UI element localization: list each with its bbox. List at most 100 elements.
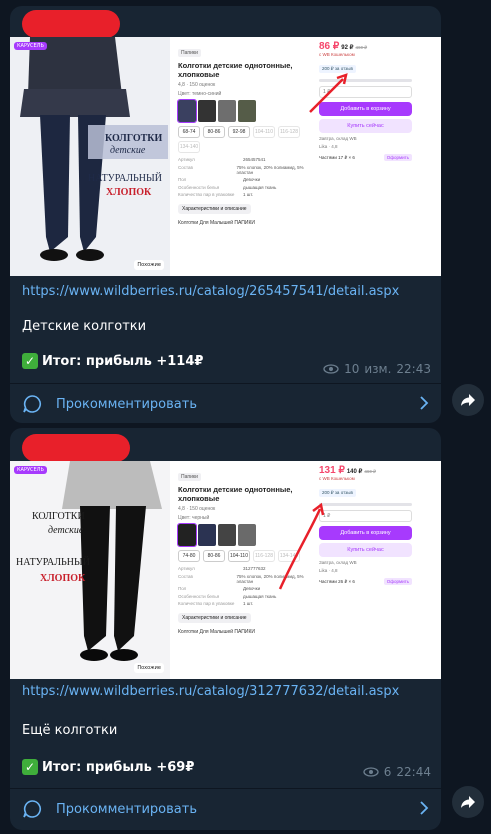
- comment-button[interactable]: Прокомментировать: [10, 384, 441, 423]
- progress-bar: [319, 503, 412, 506]
- color-thumbs: [177, 523, 313, 548]
- size-option[interactable]: 74-80: [178, 550, 200, 563]
- check-mark-icon: ✓: [22, 353, 38, 369]
- category-chip[interactable]: Папики: [178, 49, 201, 57]
- recommended-item[interactable]: Колготки Для Малышей ПАПИКИ: [178, 220, 313, 226]
- post-meta: 10 изм. 22:43: [323, 362, 431, 376]
- recommended-item[interactable]: Колготки Для Малышей ПАПИКИ: [178, 629, 313, 635]
- add-to-cart-button[interactable]: Добавить в корзину: [319, 102, 412, 116]
- product-link[interactable]: https://www.wildberries.ru/catalog/31277…: [22, 684, 399, 699]
- characteristics-button[interactable]: Характеристики и описание: [178, 204, 251, 215]
- color-thumb[interactable]: [198, 524, 216, 547]
- category-chip[interactable]: Папики: [178, 473, 201, 481]
- photo-caption-2: детские: [110, 145, 146, 156]
- product-screenshot[interactable]: КАРУСЕЛЬ КОЛГОТКИ детские НАТУРАЛЬНЫЙ ХЛ…: [10, 37, 441, 276]
- color-label: Цвет: черный: [178, 515, 210, 522]
- spec-row: Состав 75% хлопок, 20% полиамид, 5% эласт…: [178, 164, 304, 175]
- check-mark-icon: ✓: [22, 759, 38, 775]
- installments-row: Частями 17 ₽ × 6 Оформить: [319, 154, 412, 161]
- size-option[interactable]: 134-140: [178, 141, 200, 154]
- size-option[interactable]: 104-110: [253, 126, 275, 139]
- rating: 4,8 · 150 оценок: [178, 506, 216, 513]
- result-line: ✓ Итог: прибыль +114₽: [22, 353, 203, 369]
- product-info: Папики Колготки детские однотонные, хлоп…: [177, 465, 313, 635]
- share-button[interactable]: [452, 786, 484, 818]
- photo-caption-2: детские: [48, 525, 84, 536]
- size-list: 68-74 80-86 92-98 104-110 116-128 134-14…: [178, 126, 308, 154]
- result-line: ✓ Итог: прибыль +69₽: [22, 759, 194, 775]
- edited-label: изм.: [364, 362, 392, 376]
- spec-row: Особенности белья дышащая ткань: [178, 593, 277, 599]
- spec-row: Состав 75% хлопок, 20% полиамид, 5% эласт…: [178, 573, 304, 584]
- spec-row: Артикул 265457541: [178, 157, 266, 163]
- share-button[interactable]: [452, 384, 484, 416]
- seller-info[interactable]: Lika · 4,8: [319, 144, 412, 149]
- size-list: 74-80 80-86 104-110 116-128 134-140: [178, 550, 308, 563]
- quantity-field[interactable]: 1 ₽: [319, 510, 412, 522]
- size-option[interactable]: 134-140: [278, 550, 300, 563]
- color-thumb[interactable]: [218, 524, 236, 547]
- color-thumb[interactable]: [177, 523, 197, 548]
- spec-row: Особенности белья дышащая ткань: [178, 184, 277, 190]
- comment-button[interactable]: Прокомментировать: [10, 789, 441, 829]
- product-photo: КАРУСЕЛЬ КОЛГОТКИ детские НАТУРАЛЬНЫЙ ХЛ…: [10, 37, 170, 276]
- wallet-label: с WB Кошельком: [319, 476, 355, 481]
- installments-row: Частями 26 ₽ × 6 Оформить: [319, 578, 412, 585]
- channel-post: КАРУСЕЛЬ КОЛГОТКИ детские НАТУРАЛЬНЫЙ ХЛ…: [10, 6, 441, 423]
- delivery-info: Завтра, склад WB: [319, 136, 357, 141]
- post-time: 22:44: [396, 765, 431, 779]
- eye-icon: [323, 364, 339, 374]
- specs-table: Артикул 265457541 Состав 75% хлопок, 20% п…: [178, 157, 313, 197]
- share-arrow-icon: [461, 796, 475, 808]
- product-info: Папики Колготки детские однотонные, хлоп…: [177, 41, 313, 226]
- buy-box: 86 ₽92 ₽460 ₽ с WB Кошельком 200 ₽ за от…: [319, 41, 412, 161]
- review-coupon: 200 ₽ за отзыв: [319, 65, 356, 73]
- tights-illustration: [20, 37, 168, 261]
- eye-icon: [363, 767, 379, 777]
- spec-row: Артикул 312777632: [178, 566, 266, 572]
- spec-row: Количество пар в упаковке 1 шт.: [178, 192, 254, 198]
- color-label: Цвет: темно-синий: [178, 91, 222, 98]
- redacted-author-name: [22, 434, 130, 462]
- redacted-author-name: [22, 10, 120, 38]
- carousel-badge: КАРУСЕЛЬ: [14, 466, 47, 474]
- comment-label: Прокомментировать: [56, 801, 197, 817]
- size-option[interactable]: 116-128: [253, 550, 275, 563]
- buy-now-button[interactable]: Купить сейчас: [319, 119, 412, 133]
- chevron-right-icon: [420, 801, 429, 815]
- carousel-badge: КАРУСЕЛЬ: [14, 42, 47, 50]
- size-option[interactable]: 116-128: [278, 126, 300, 139]
- color-thumb[interactable]: [218, 100, 236, 123]
- product-photo: КАРУСЕЛЬ КОЛГОТКИ детские НАТУРАЛЬНЫЙ ХЛ…: [10, 461, 170, 679]
- characteristics-button[interactable]: Характеристики и описание: [178, 613, 251, 624]
- installments-button[interactable]: Оформить: [383, 154, 412, 161]
- similar-button[interactable]: Похожие: [134, 260, 164, 270]
- delivery-info: Завтра, склад WB: [319, 560, 357, 565]
- similar-button[interactable]: Похожие: [134, 663, 164, 673]
- post-description: Детские колготки: [22, 319, 147, 334]
- add-to-cart-button[interactable]: Добавить в корзину: [319, 526, 412, 540]
- color-thumb[interactable]: [238, 524, 256, 547]
- share-arrow-icon: [461, 394, 475, 406]
- progress-bar: [319, 79, 412, 82]
- size-option[interactable]: 92-98: [228, 126, 250, 139]
- product-link[interactable]: https://www.wildberries.ru/catalog/26545…: [22, 284, 399, 299]
- quantity-field[interactable]: 1 ₽: [319, 86, 412, 98]
- color-thumb[interactable]: [238, 100, 256, 123]
- seller-info[interactable]: Lika · 4,8: [319, 568, 412, 573]
- post-meta: 6 22:44: [363, 765, 431, 779]
- color-thumb[interactable]: [198, 100, 216, 123]
- view-count: 10: [344, 362, 360, 376]
- size-option[interactable]: 68-74: [178, 126, 200, 139]
- specs-table: Артикул 312777632 Состав 75% хлопок, 20% п…: [178, 566, 313, 606]
- result-text: Итог: прибыль +114₽: [42, 353, 204, 369]
- installments-button[interactable]: Оформить: [383, 578, 412, 585]
- size-option[interactable]: 80-86: [203, 550, 225, 563]
- color-thumb[interactable]: [177, 99, 197, 124]
- post-time: 22:43: [396, 362, 431, 376]
- size-option[interactable]: 104-110: [228, 550, 250, 563]
- buy-now-button[interactable]: Купить сейчас: [319, 543, 412, 557]
- product-screenshot[interactable]: КАРУСЕЛЬ КОЛГОТКИ детские НАТУРАЛЬНЫЙ ХЛ…: [10, 461, 441, 679]
- photo-caption-3: НАТУРАЛЬНЫЙ: [16, 557, 90, 568]
- size-option[interactable]: 80-86: [203, 126, 225, 139]
